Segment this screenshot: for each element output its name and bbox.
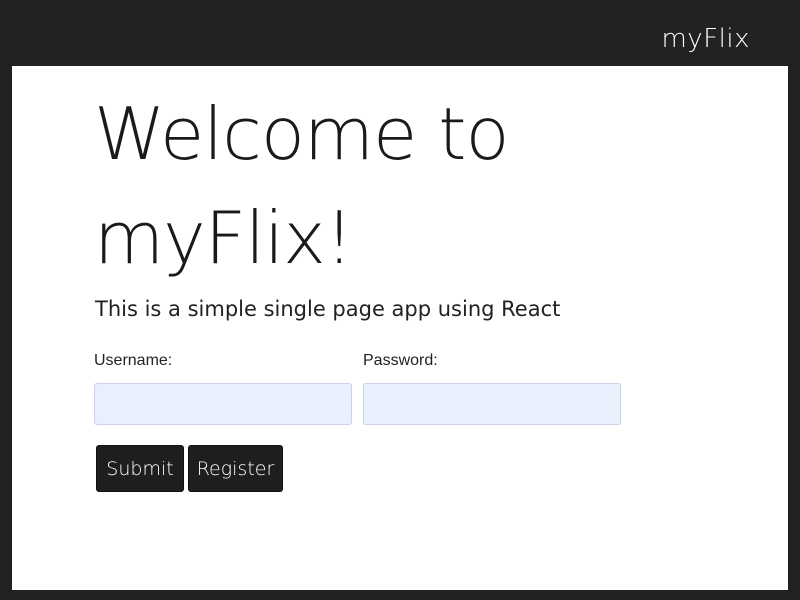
- brand-logo-text[interactable]: myFlix: [661, 22, 750, 56]
- navbar: myFlix: [0, 0, 800, 66]
- submit-button[interactable]: Submit: [96, 445, 184, 492]
- register-button[interactable]: Register: [188, 445, 283, 492]
- password-input[interactable]: [363, 383, 621, 425]
- password-label: Password:: [363, 352, 438, 369]
- username-input[interactable]: [94, 383, 352, 425]
- page-subtitle: This is a simple single page app using R…: [95, 297, 561, 321]
- username-label: Username:: [94, 352, 173, 369]
- main-content: Welcome to myFlix! This is a simple sing…: [12, 66, 788, 590]
- page-title: Welcome to myFlix!: [94, 92, 510, 280]
